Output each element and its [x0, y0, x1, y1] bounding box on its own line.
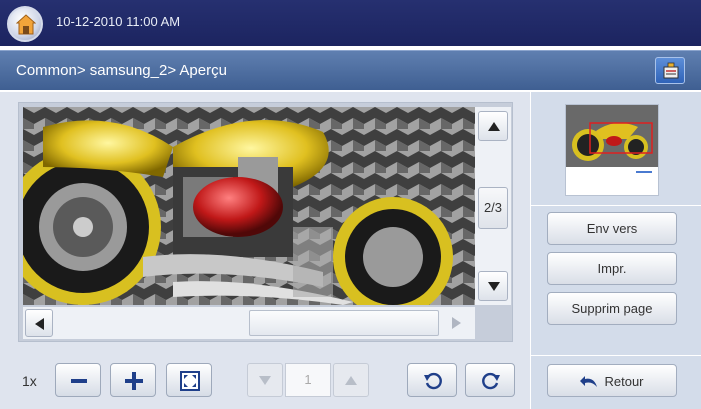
page-next-button[interactable]: [333, 363, 369, 397]
undo-arrow-icon: [580, 375, 598, 387]
scroll-left-button[interactable]: [25, 309, 53, 337]
page-indicator: 2/3: [478, 187, 508, 229]
preview-area: 2/3 1x 1: [0, 92, 530, 409]
job-list-icon: [663, 62, 679, 79]
triangle-down-icon: [259, 376, 271, 385]
horizontal-scrollbar[interactable]: [23, 307, 475, 339]
print-button[interactable]: Impr.: [547, 252, 677, 285]
back-button[interactable]: Retour: [547, 364, 677, 397]
back-button-label: Retour: [604, 374, 644, 390]
job-status-button[interactable]: [655, 57, 685, 84]
zoom-in-button[interactable]: [110, 363, 156, 397]
send-to-button[interactable]: Env vers: [547, 212, 677, 245]
triangle-up-icon: [345, 376, 357, 385]
preview-viewer: 2/3: [18, 102, 513, 342]
page-up-button[interactable]: [478, 111, 508, 141]
triangle-left-icon: [35, 318, 44, 330]
fit-to-page-icon: [180, 371, 200, 391]
plus-icon: [125, 372, 143, 390]
triangle-right-icon: [452, 317, 461, 329]
minus-icon: [71, 379, 87, 383]
rotate-right-button[interactable]: [465, 363, 515, 397]
datetime-text: 10-12-2010 11:00 AM: [56, 14, 181, 29]
page-thumbnail[interactable]: [565, 104, 659, 196]
home-button[interactable]: [7, 6, 43, 42]
page-selector: 1: [247, 363, 369, 397]
side-divider-bottom: [531, 355, 701, 356]
delete-page-button[interactable]: Supprim page: [547, 292, 677, 325]
home-icon: [16, 14, 36, 35]
status-bar: 10-12-2010 11:00 AM: [0, 0, 701, 46]
scroll-right-button[interactable]: [443, 309, 471, 337]
breadcrumb: Common> samsung_2> Aperçu: [16, 62, 227, 79]
scroll-thumb[interactable]: [249, 310, 439, 336]
triangle-up-icon: [488, 122, 500, 131]
rotate-left-button[interactable]: [407, 363, 457, 397]
zoom-out-button[interactable]: [55, 363, 101, 397]
page-down-button[interactable]: [478, 271, 508, 301]
vertical-scrollbar[interactable]: 2/3: [475, 107, 511, 305]
zoom-level: 1x: [22, 373, 37, 389]
side-panel: Env vers Impr. Supprim page Retour: [530, 92, 701, 409]
rotate-ccw-icon: [424, 372, 442, 390]
triangle-down-icon: [488, 282, 500, 291]
preview-image: [23, 107, 475, 305]
page-prev-button[interactable]: [247, 363, 283, 397]
side-divider: [531, 205, 701, 206]
rotate-cw-icon: [482, 372, 500, 390]
fit-page-button[interactable]: [166, 363, 212, 397]
page-number-field[interactable]: 1: [285, 363, 331, 397]
breadcrumb-bar: Common> samsung_2> Aperçu: [0, 50, 701, 90]
